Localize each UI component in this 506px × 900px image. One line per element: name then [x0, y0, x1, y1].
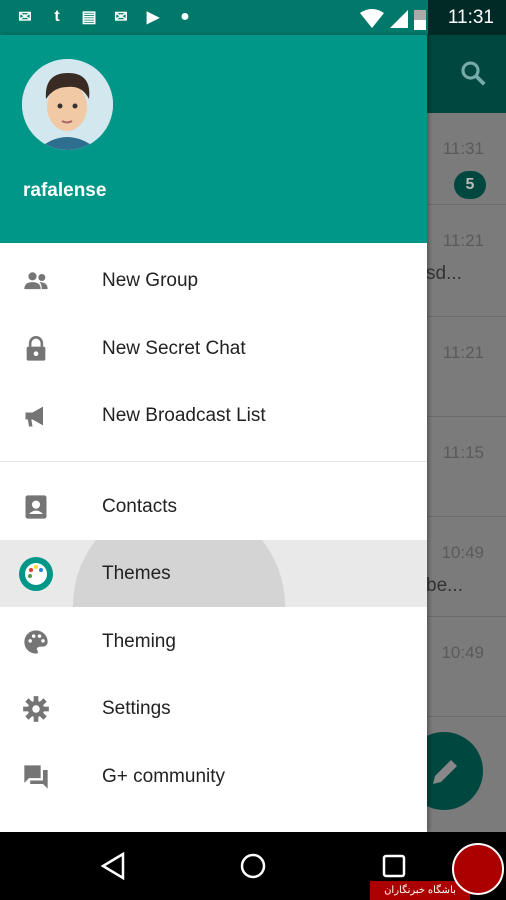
divider [0, 461, 427, 462]
watermark-logo: باشگاه خبرنگاران [370, 843, 506, 900]
battery-charging-icon [414, 10, 426, 30]
menu-item-new-group[interactable]: New Group [0, 247, 427, 314]
avatar[interactable] [22, 59, 113, 150]
menu-item-new-secret-chat[interactable]: New Secret Chat [0, 315, 427, 382]
gmail-icon: ✉ [114, 9, 128, 26]
megaphone-icon [25, 406, 43, 427]
menu-item-new-broadcast-list[interactable]: New Broadcast List [0, 382, 427, 449]
menu-item-theming[interactable]: Theming [0, 608, 427, 675]
gmail-icon: ✉ [18, 9, 32, 26]
group-icon [24, 272, 48, 290]
unread-badge: 5 [454, 171, 486, 199]
contact-icon [25, 495, 47, 519]
palette-colored-icon [19, 557, 53, 591]
clock: 11:31 [447, 7, 494, 28]
menu-item-themes[interactable]: Themes [0, 540, 427, 607]
forum-icon [24, 765, 48, 789]
palette-icon [24, 630, 48, 654]
signal-icon [390, 10, 408, 28]
back-icon[interactable] [100, 852, 126, 880]
lock-icon [26, 336, 46, 361]
home-icon[interactable] [240, 853, 266, 879]
status-bar: ✉ t ▤ ✉ ▶ ● 11:31 [0, 0, 506, 35]
search-icon[interactable] [458, 58, 488, 88]
navigation-drawer: rafalense New Group New Secret Chat New … [0, 35, 427, 832]
tumblr-icon: t [54, 8, 60, 25]
menu-item-gplus-community[interactable]: G+ community [0, 743, 427, 810]
news-icon: ▤ [81, 9, 97, 26]
wifi-icon [360, 9, 384, 28]
android-icon: ● [180, 8, 190, 25]
gear-icon [23, 696, 49, 722]
menu-item-contacts[interactable]: Contacts [0, 473, 427, 540]
drawer-header: rafalense [0, 35, 427, 243]
menu-item-settings[interactable]: Settings [0, 675, 427, 742]
username: rafalense [23, 180, 107, 201]
play-store-icon: ▶ [146, 9, 160, 26]
